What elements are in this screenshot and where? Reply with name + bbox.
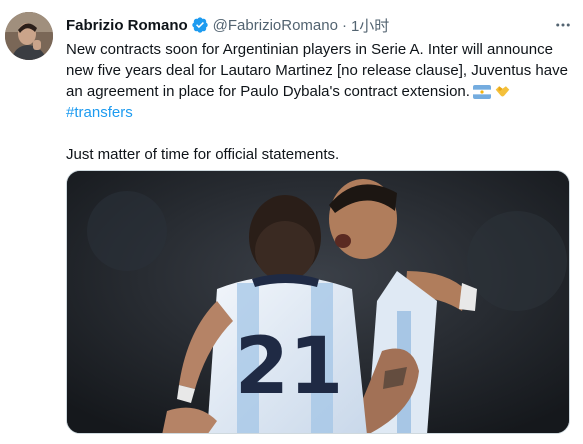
author-handle[interactable]: @FabrizioRomano <box>213 17 338 34</box>
tweet-card[interactable]: Fabrizio Romano @FabrizioRomano · 1小时 Ne… <box>0 0 583 444</box>
tweet-photo[interactable]: 21 <box>66 170 570 434</box>
tweet-text-line-with-emoji: an agreement in place for Paulo Dybala's… <box>66 81 571 102</box>
author-name[interactable]: Fabrizio Romano <box>66 17 188 34</box>
jersey-number: 21 <box>235 322 344 412</box>
separator-dot: · <box>341 16 347 34</box>
avatar-image <box>5 12 53 60</box>
handshake-icon <box>495 86 510 97</box>
hashtag-link[interactable]: #transfers <box>66 102 571 123</box>
verified-badge-icon <box>191 17 208 33</box>
more-dots-icon <box>556 23 570 27</box>
tweet-text: New contracts soon for Argentinian playe… <box>66 39 571 165</box>
tweet-text-line: New contracts soon for Argentinian playe… <box>66 41 553 58</box>
photo-players-hugging: 21 <box>67 171 569 433</box>
argentina-flag-icon <box>472 85 491 99</box>
tweet-header: Fabrizio Romano @FabrizioRomano · 1小时 <box>66 14 566 36</box>
tweet-text-line: an agreement in place for Paulo Dybala's… <box>66 83 470 100</box>
more-options-button[interactable] <box>550 12 576 38</box>
tweet-text-closing: Just matter of time for official stateme… <box>66 146 340 163</box>
avatar[interactable] <box>5 12 53 60</box>
tweet-text-line: new five years deal for Lautaro Martinez… <box>66 62 568 79</box>
timestamp[interactable]: 1小时 <box>351 15 389 36</box>
